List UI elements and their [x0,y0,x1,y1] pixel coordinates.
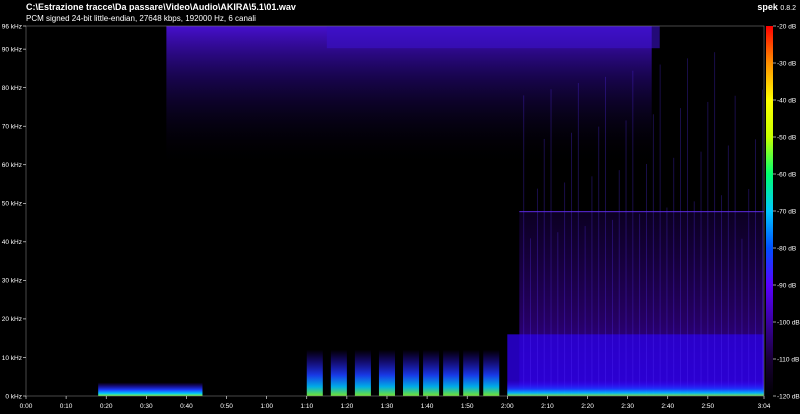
y-tick-label: 96 kHz [2,23,22,30]
hit-mark [403,349,420,396]
streak [598,126,600,396]
y-tick-label: 60 kHz [2,162,22,169]
color-scale-bar [766,26,773,396]
hit-mark [423,349,440,396]
streak [536,188,538,396]
scale-tick-label: -20 dB [777,23,796,30]
percussive-hits [306,349,500,396]
y-tick-label: 10 kHz [2,355,22,362]
streak [543,138,545,397]
lf-energy-late [507,380,764,396]
hit-mark [463,349,480,396]
streak [680,108,681,396]
streak [564,182,566,396]
x-tick-label: 1:50 [461,403,474,410]
x-tick-label: 2:10 [541,403,554,410]
x-tick-label: 1:00 [260,403,273,410]
streak [625,120,627,396]
streak [755,139,756,396]
hit-mark [483,349,500,396]
y-tick-label: 50 kHz [2,201,22,208]
x-tick-label: 1:30 [381,403,394,410]
streak [618,170,620,396]
streak [523,95,525,396]
streak [577,83,579,397]
scale-tick-label: -60 dB [777,171,796,178]
x-tick-label: 1:40 [421,403,434,410]
x-tick-label: 0:10 [60,403,73,410]
spectrogram-chart: 0:00 0:10 0:20 0:30 0:40 0:50 1:00 1:10 1:20 1:30… [2,23,800,410]
hit-mark [354,349,371,396]
hit-mark [378,349,395,396]
y-tick-label: 90 kHz [2,46,22,53]
lf-energy-intro [98,382,203,396]
streak [591,176,593,396]
streak [761,89,763,396]
x-tick-label: 2:50 [702,403,715,410]
x-tick-label: 0:40 [180,403,193,410]
streak [721,195,722,396]
streak [605,76,606,396]
streak [632,70,634,396]
streak [734,95,736,397]
hit-mark [306,349,323,396]
y-tick-label: 40 kHz [2,239,22,246]
y-tick-label: 20 kHz [2,316,22,323]
scale-tick-label: -120 dB [777,393,800,400]
streak [741,238,743,396]
streak [666,207,668,396]
x-tick-label: 3:04 [758,403,771,410]
color-scale-ticks: -20 dB -30 dB -40 dB -50 dB -60 dB -70 dB -80 … [773,23,800,400]
hf-bright-region [326,26,660,49]
scale-tick-label: -70 dB [777,208,796,215]
color-scale [766,26,773,396]
x-tick-label: 2:30 [621,403,634,410]
streak [646,163,647,396]
scale-tick-label: -50 dB [777,134,796,141]
streak [550,89,552,396]
scale-tick-label: -40 dB [777,97,796,104]
streak [700,151,702,396]
streak [727,145,729,396]
streak [557,232,559,396]
band-edge-48k [519,211,764,213]
x-axis: 0:00 0:10 0:20 0:30 0:40 0:50 1:00 1:10 1:20 1:30… [20,396,771,410]
y-tick-label: 0 kHz [5,393,22,400]
y-tick-label: 30 kHz [2,278,22,285]
scale-tick-label: -100 dB [777,319,800,326]
x-tick-label: 0:50 [220,403,233,410]
x-tick-label: 0:00 [20,403,33,410]
x-tick-label: 0:20 [100,403,113,410]
y-axis: 0 kHz 10 kHz 20 kHz 30 kHz 40 kHz 50 kHz 60 kH… [2,23,26,400]
x-tick-label: 2:40 [661,403,674,410]
y-tick-label: 80 kHz [2,85,22,92]
streak [571,132,572,396]
scale-tick-label: -30 dB [777,60,796,67]
scale-tick-label: -80 dB [777,245,796,252]
hit-mark [330,349,347,396]
y-tick-label: 70 kHz [2,124,22,131]
streak [659,64,661,397]
streak [639,213,641,396]
streak [530,238,531,396]
streak [611,219,613,396]
streak [748,189,750,396]
spectrogram-plot [25,25,765,397]
x-tick-label: 2:20 [581,403,594,410]
scale-tick-label: -90 dB [777,282,796,289]
x-tick-label: 1:20 [341,403,354,410]
streak [693,201,695,396]
streak [714,52,716,396]
streak [584,226,586,396]
x-tick-label: 1:10 [300,403,313,410]
x-tick-label: 0:30 [140,403,153,410]
hit-mark [443,349,460,396]
streak [707,101,709,396]
streak [673,157,675,396]
streak [686,58,688,396]
scale-tick-label: -110 dB [777,356,799,363]
x-tick-label: 2:00 [501,403,514,410]
streak [652,114,654,397]
